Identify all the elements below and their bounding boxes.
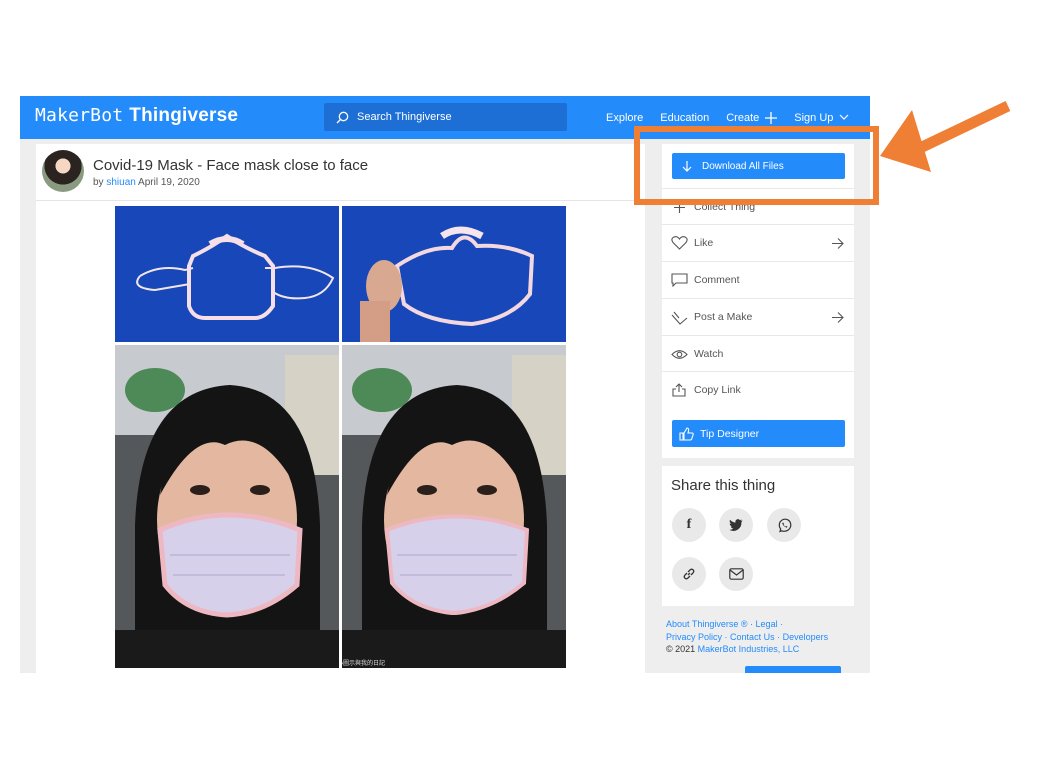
logo-main: Thingiverse <box>129 105 239 126</box>
footer-contact-link[interactable]: Contact Us <box>730 632 775 642</box>
by-label: by <box>93 177 104 188</box>
heart-icon <box>670 236 688 250</box>
like-label: Like <box>694 237 714 249</box>
site-footer: About Thingiverse ® · Legal · Privacy Po… <box>666 618 828 656</box>
footer-privacy-link[interactable]: Privacy Policy <box>666 632 722 642</box>
thing-main-panel: Covid-19 Mask - Face mask close to face … <box>36 144 645 673</box>
mask-wearing-photo-2[interactable]: http://mingshuan.blogspot.com/ 小圖示與我的日記 <box>342 345 566 668</box>
nav-explore[interactable]: Explore <box>606 112 643 124</box>
comment-label: Comment <box>694 274 740 286</box>
thing-date: April 19, 2020 <box>138 177 200 188</box>
search-icon <box>336 111 349 123</box>
whatsapp-icon <box>778 518 791 533</box>
avatar[interactable] <box>42 150 84 192</box>
email-share-button[interactable] <box>719 557 753 591</box>
footer-separator: · <box>724 631 728 642</box>
footer-developers-link[interactable]: Developers <box>783 632 829 642</box>
footer-separator: · <box>750 619 754 629</box>
logo-prefix: MakerBot <box>35 105 124 126</box>
nav-education[interactable]: Education <box>660 112 709 124</box>
nav-create-label: Create <box>726 111 760 124</box>
share-title: Share this thing <box>671 477 776 494</box>
mask-frame-photo-1[interactable] <box>115 206 339 342</box>
arrow-right-icon <box>832 237 844 249</box>
share-panel: Share this thing f <box>662 466 854 606</box>
annotation-arrow-icon <box>880 101 1010 172</box>
eye-icon <box>670 349 688 360</box>
thing-sidebar: Download All Files Collect Thing Like Co… <box>662 144 854 673</box>
make-icon <box>670 310 688 325</box>
thumbs-up-icon <box>679 426 694 441</box>
nav-signup[interactable]: Sign Up <box>794 112 849 124</box>
comment-button[interactable]: Comment <box>662 261 854 298</box>
watch-label: Watch <box>694 348 724 360</box>
chevron-down-icon <box>839 114 849 120</box>
link-share-button[interactable] <box>672 557 706 591</box>
copy-link-button[interactable]: Copy Link <box>662 371 854 408</box>
page-title: Covid-19 Mask - Face mask close to face <box>93 157 369 174</box>
email-icon <box>728 568 744 580</box>
tip-label: Tip Designer <box>700 427 760 440</box>
twitter-icon <box>729 519 743 531</box>
copy-link-label: Copy Link <box>694 384 741 396</box>
makerbot-thingiverse-logo[interactable]: MakerBot Thingiverse <box>35 105 238 127</box>
mask-frame-photo-2[interactable] <box>342 206 566 342</box>
share-icon <box>670 383 688 397</box>
nav-signup-label: Sign Up <box>794 111 834 124</box>
facebook-share-button[interactable]: f <box>672 508 706 542</box>
arrow-right-icon <box>832 311 844 323</box>
link-icon <box>683 568 695 580</box>
partial-blue-button[interactable] <box>745 666 841 673</box>
footer-separator: · <box>777 631 781 642</box>
annotation-highlight-box <box>634 126 879 205</box>
mask-wearing-photo-1[interactable] <box>115 345 339 668</box>
footer-legal-link[interactable]: Legal <box>756 619 778 629</box>
facebook-icon: f <box>686 517 692 532</box>
twitter-share-button[interactable] <box>719 508 753 542</box>
search-input[interactable]: Search Thingiverse <box>324 103 567 131</box>
post-a-make-button[interactable]: Post a Make <box>662 298 854 335</box>
author-link[interactable]: shiuan <box>106 177 135 188</box>
watch-button[interactable]: Watch <box>662 335 854 372</box>
nav-create[interactable]: Create <box>726 111 778 124</box>
post-make-label: Post a Make <box>694 311 753 323</box>
footer-company-link[interactable]: MakerBot Industries, LLC <box>698 644 800 654</box>
whatsapp-share-button[interactable] <box>767 508 801 542</box>
search-placeholder: Search Thingiverse <box>357 111 452 123</box>
copyright-text: © 2021 <box>666 644 696 654</box>
footer-about-link[interactable]: About Thingiverse ® <box>666 619 748 629</box>
thing-byline: by shiuan April 19, 2020 <box>93 177 200 188</box>
photo-watermark: http://mingshuan.blogspot.com/ 小圖示與我的日記 <box>342 661 386 667</box>
plus-icon <box>765 111 778 124</box>
like-button[interactable]: Like <box>662 224 854 261</box>
comment-icon <box>670 273 688 287</box>
footer-separator: · <box>780 619 784 629</box>
tip-designer-button[interactable]: Tip Designer <box>672 420 845 447</box>
header-divider <box>36 200 645 201</box>
